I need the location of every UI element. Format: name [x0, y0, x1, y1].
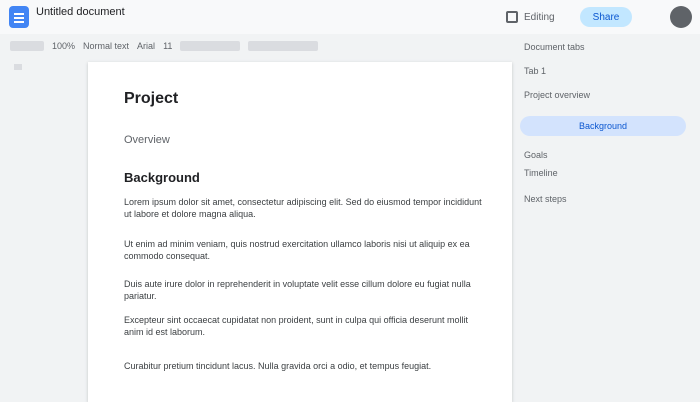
zoom-select[interactable]: 100%	[52, 41, 75, 51]
edit-pencil-icon	[506, 11, 518, 23]
paragraph: Curabitur pretium tincidunt lacus. Nulla…	[124, 361, 432, 371]
mode-label: Editing	[524, 11, 555, 23]
editing-mode-menu[interactable]: Editing	[506, 9, 555, 25]
paragraph-format-icons[interactable]	[248, 41, 319, 51]
avatar[interactable]	[670, 6, 692, 28]
text-format-icons[interactable]	[180, 41, 241, 51]
paragraph: Excepteur sint occaecat cupidatat non pr…	[124, 315, 469, 337]
share-button[interactable]: Share	[580, 7, 632, 27]
document-title[interactable]: Untitled document	[36, 6, 125, 18]
font-select[interactable]: Arial	[137, 41, 155, 51]
paragraph: Duis aute irure dolor in reprehenderit i…	[124, 279, 471, 301]
document-outline-panel: Document tabs Tab 1 Project overview Bac…	[516, 36, 700, 394]
docs-logo-icon[interactable]	[9, 6, 29, 28]
doc-subtitle: Overview	[124, 134, 170, 146]
paragraph: Ut enim ad minim veniam, quis nostrud ex…	[124, 239, 470, 261]
outline-toggle-icon[interactable]	[14, 64, 22, 70]
outline-item-active[interactable]: Background	[520, 116, 686, 136]
formatting-toolbar: 100% Normal text Arial 11	[10, 36, 510, 56]
document-page[interactable]: Project Overview Background Lorem ipsum …	[88, 62, 512, 402]
paragraph: Lorem ipsum dolor sit amet, consectetur …	[124, 197, 482, 219]
outline-item[interactable]: Project overview	[524, 90, 590, 100]
outline-item[interactable]: Goals	[524, 150, 548, 160]
section-heading: Background	[124, 170, 200, 185]
doc-title-heading: Project	[124, 90, 179, 107]
outline-item[interactable]: Next steps	[524, 194, 567, 204]
outline-item[interactable]: Timeline	[524, 168, 558, 178]
font-size-field[interactable]: 11	[163, 41, 172, 51]
undo-redo-icons[interactable]	[10, 41, 44, 51]
outline-item[interactable]: Tab 1	[524, 66, 546, 76]
paragraph-style-select[interactable]: Normal text	[83, 41, 129, 51]
app-header: Untitled document Editing Share	[0, 0, 700, 34]
outline-heading: Document tabs	[524, 42, 585, 52]
